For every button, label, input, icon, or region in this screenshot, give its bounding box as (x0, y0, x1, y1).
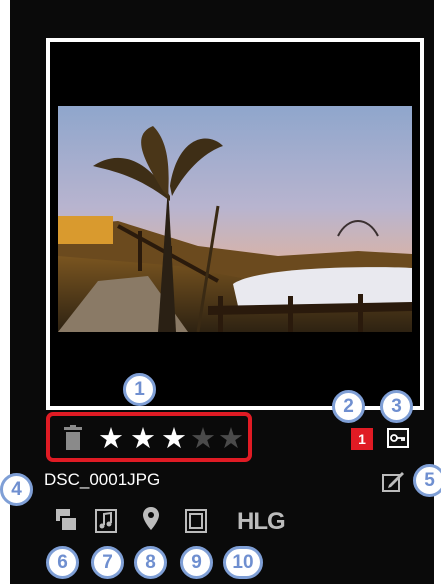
filename-label: DSC_0001JPG (44, 470, 161, 489)
callout-10: 10 (223, 546, 263, 579)
thumbnail-frame[interactable] (46, 38, 424, 410)
callout-9: 9 (180, 546, 213, 579)
callout-1: 1 (123, 373, 156, 406)
pen-edit-icon (382, 472, 404, 492)
hdr-hlg-label: HLG (237, 508, 286, 535)
stack-icon (56, 509, 78, 531)
callout-2: 2 (332, 390, 365, 423)
callout-7: 7 (91, 546, 124, 579)
thumbnail-photo (58, 106, 412, 332)
callout-6: 6 (46, 546, 79, 579)
callout-4: 4 (0, 473, 33, 506)
callout-8: 8 (134, 546, 167, 579)
key-protect-icon (387, 428, 409, 448)
rating-star-3[interactable]: ★ (161, 422, 187, 454)
location-pin-icon (143, 507, 159, 530)
music-note-icon (95, 509, 117, 533)
thumbnail-panel: 1 ★ ★ ★ ★ ★ 2 3 1 4 DSC_0001JPG 5 HLG 6 … (0, 0, 441, 584)
rating-star-2[interactable]: ★ (130, 422, 156, 454)
rating-star-1[interactable]: ★ (98, 422, 124, 454)
rating-star-5[interactable]: ★ (218, 422, 244, 454)
callout-5: 5 (413, 464, 441, 497)
callout-3: 3 (380, 390, 413, 423)
film-frame-icon (185, 509, 207, 533)
rank-badge: 1 (351, 428, 373, 450)
trash-icon[interactable] (64, 425, 82, 451)
rating-star-4[interactable]: ★ (190, 422, 216, 454)
rating-highlight: ★ ★ ★ ★ ★ (46, 412, 252, 462)
